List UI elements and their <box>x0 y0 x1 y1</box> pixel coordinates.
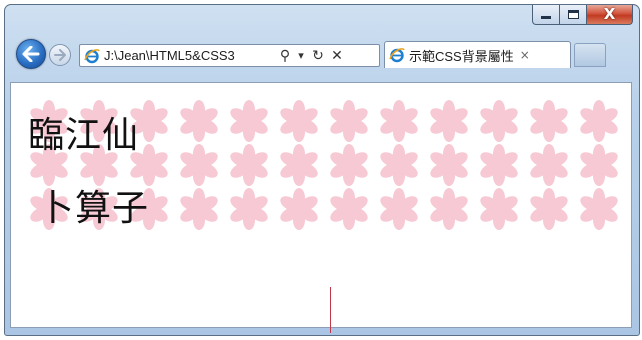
address-input[interactable]: J:\Jean\HTML5&CSS3 <box>104 48 272 63</box>
poem-title-2: 卜算子 <box>38 188 150 229</box>
forward-button[interactable] <box>49 44 71 66</box>
maximize-icon <box>567 10 579 19</box>
new-tab-button[interactable] <box>574 43 606 67</box>
forward-arrow-icon <box>54 49 66 61</box>
page-content: 臨江仙 卜算子 <box>10 82 632 333</box>
stop-icon[interactable]: ✕ <box>328 48 346 64</box>
refresh-icon[interactable]: ↻ <box>308 48 328 64</box>
ie-page-icon <box>84 48 100 63</box>
close-icon: X <box>603 5 616 23</box>
tab-title: 示範CSS背景屬性 <box>409 48 514 64</box>
tab-close-icon[interactable]: × <box>520 48 530 62</box>
minimize-icon <box>541 16 551 19</box>
maximize-button[interactable] <box>560 5 587 25</box>
window-controls: X <box>532 5 633 25</box>
back-button[interactable] <box>16 39 46 69</box>
ie-tab-icon <box>389 48 405 63</box>
search-icon[interactable]: ⚲ <box>276 48 294 64</box>
address-bar[interactable]: J:\Jean\HTML5&CSS3 ⚲ ▾ ↻ ✕ <box>79 44 380 67</box>
minimize-button[interactable] <box>532 5 560 25</box>
text-cursor <box>330 287 331 333</box>
poem-title-1: 臨江仙 <box>28 115 140 156</box>
back-arrow-icon <box>22 46 40 62</box>
dropdown-icon[interactable]: ▾ <box>294 49 308 62</box>
tab-active[interactable]: 示範CSS背景屬性 × <box>384 41 571 68</box>
close-button[interactable]: X <box>587 5 633 25</box>
